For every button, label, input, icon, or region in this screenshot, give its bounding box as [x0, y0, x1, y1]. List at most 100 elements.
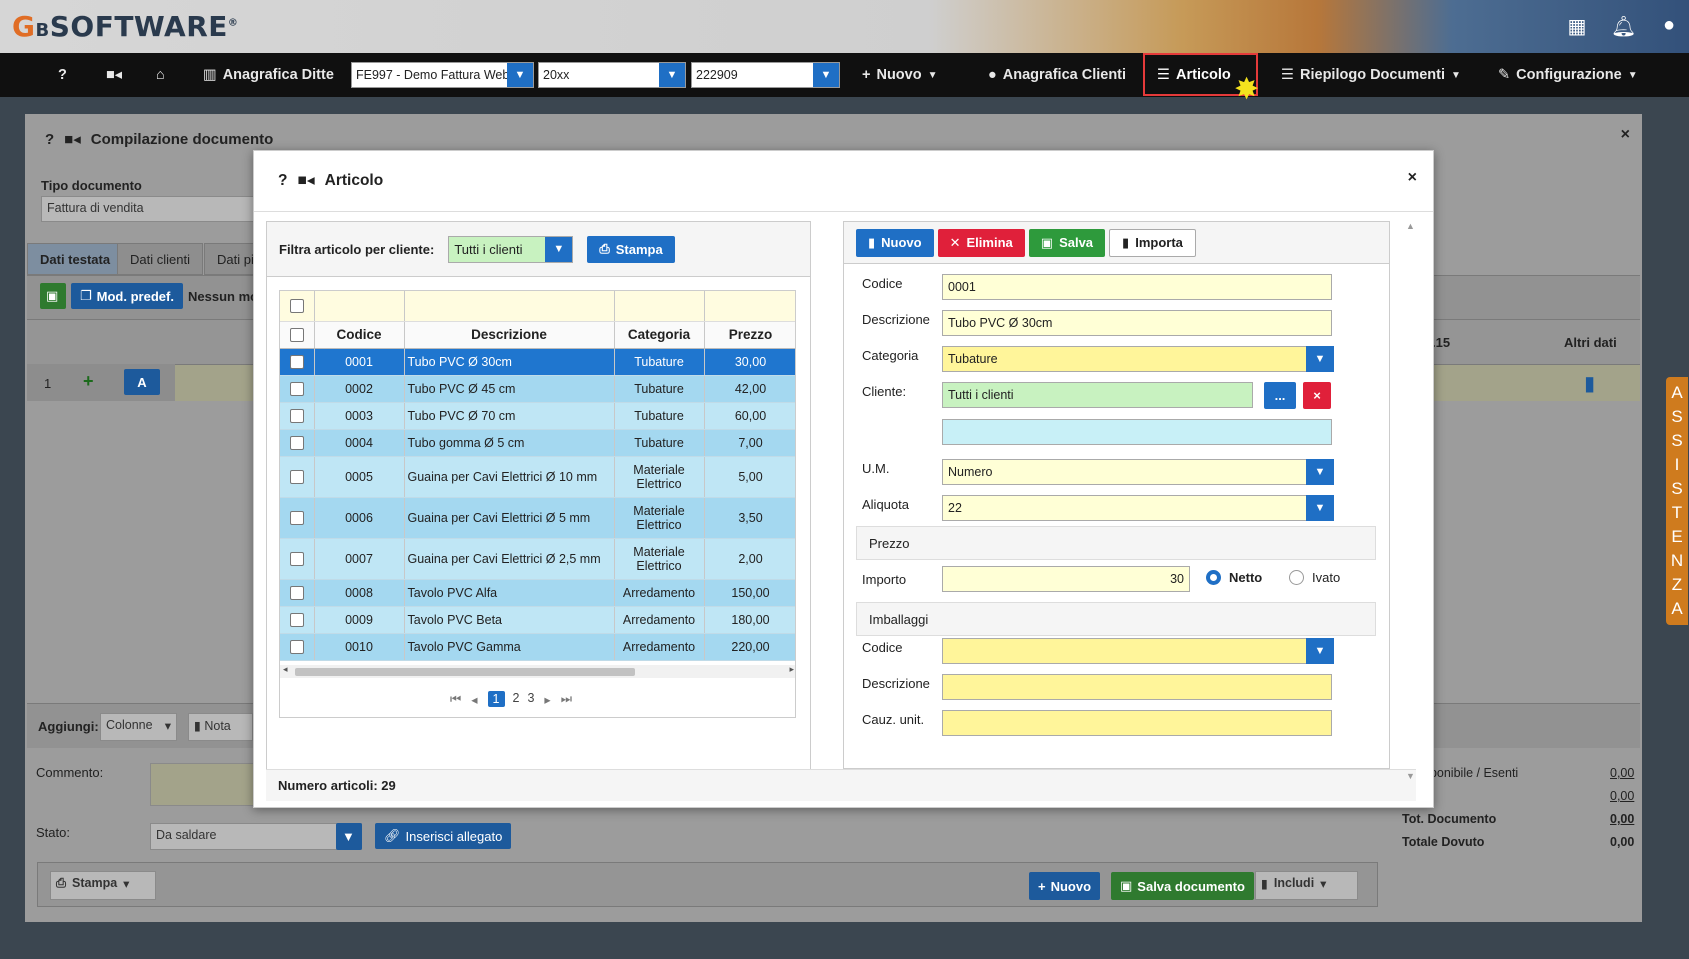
- table-row[interactable]: 0008 Tavolo PVC Alfa Arredamento 150,00: [280, 579, 795, 607]
- assistenza-tab[interactable]: ASSISTENZA: [1666, 377, 1688, 625]
- cliente-input[interactable]: Tutti i clienti: [942, 382, 1253, 408]
- filter-client-select[interactable]: Tutti i clienti ▼: [448, 235, 574, 263]
- column-header-prezzo[interactable]: Prezzo: [704, 321, 795, 349]
- close-icon[interactable]: ×: [1621, 126, 1630, 144]
- imballaggi-descrizione-input[interactable]: [942, 674, 1332, 700]
- year-select[interactable]: 20xx ▼: [538, 62, 686, 88]
- ivato-radio[interactable]: Ivato: [1289, 570, 1340, 585]
- row-checkbox[interactable]: [280, 633, 315, 661]
- tab-dati-clienti[interactable]: Dati clienti: [117, 243, 203, 275]
- page-3-button[interactable]: 3: [527, 691, 534, 707]
- help-icon[interactable]: ?: [45, 131, 54, 148]
- table-row[interactable]: 0009 Tavolo PVC Beta Arredamento 180,00: [280, 606, 795, 634]
- row-checkbox[interactable]: [280, 429, 315, 457]
- chevron-down-icon[interactable]: ▼: [507, 63, 533, 87]
- cliente-notes-textarea[interactable]: [942, 419, 1332, 445]
- chevron-down-icon[interactable]: ▼: [813, 63, 839, 87]
- codice-filter[interactable]: [314, 291, 405, 322]
- user-icon[interactable]: ●: [1657, 14, 1681, 39]
- stampa-button[interactable]: ⎙ Stampa: [587, 235, 675, 263]
- nav-configurazione[interactable]: ✎ Configurazione ▼: [1498, 53, 1638, 97]
- video-icon[interactable]: ■◂: [297, 171, 314, 190]
- nuovo-document-button[interactable]: + Nuovo: [1029, 872, 1101, 900]
- um-select[interactable]: Numero ▼: [942, 459, 1334, 485]
- table-row[interactable]: 0003 Tubo PVC Ø 70 cm Tubature 60,00: [280, 402, 795, 430]
- apps-icon[interactable]: ▦: [1565, 14, 1589, 39]
- colonne-dropdown[interactable]: Colonne ▾: [100, 713, 177, 741]
- nota-button[interactable]: ▮ Nota: [188, 713, 253, 741]
- categoria-filter[interactable]: [614, 291, 705, 322]
- chevron-down-icon[interactable]: ▼: [1306, 638, 1334, 664]
- row-checkbox[interactable]: [280, 375, 315, 403]
- codice-input[interactable]: 0001: [942, 274, 1332, 300]
- commento-textarea[interactable]: [150, 763, 255, 806]
- importo-input[interactable]: 30: [942, 566, 1190, 592]
- row-checkbox[interactable]: [280, 606, 315, 634]
- column-header-codice[interactable]: Codice: [314, 321, 405, 349]
- brand-logo[interactable]: GBSOFTWARE®: [12, 10, 238, 43]
- row-a-button[interactable]: A: [124, 369, 160, 395]
- save-icon[interactable]: ▣: [40, 283, 66, 309]
- importa-button[interactable]: ▮ Importa: [1109, 228, 1196, 257]
- document-icon[interactable]: ▮: [1584, 371, 1595, 396]
- nav-riepilogo-documenti[interactable]: ☰ Riepilogo Documenti ▼: [1281, 53, 1461, 97]
- nuovo-button[interactable]: ▮ Nuovo: [856, 228, 934, 257]
- inserisci-allegato-button[interactable]: 🔗︎ Inserisci allegato: [375, 823, 512, 849]
- nav-anagrafica-ditte[interactable]: ▥ Anagrafica Ditte: [203, 53, 334, 97]
- cauzione-unitaria-input[interactable]: [942, 710, 1332, 736]
- imballaggi-codice-select[interactable]: ▼: [942, 638, 1334, 664]
- select-all-filter[interactable]: [280, 291, 315, 322]
- add-row-button[interactable]: +: [83, 371, 94, 392]
- last-page-icon[interactable]: ⏭: [561, 692, 572, 707]
- help-icon[interactable]: ?: [278, 172, 287, 190]
- video-icon[interactable]: ■◂: [106, 53, 122, 97]
- chevron-down-icon[interactable]: ▼: [659, 63, 685, 87]
- nav-anagrafica-clienti[interactable]: ● Anagrafica Clienti: [988, 53, 1126, 97]
- video-icon[interactable]: ■◂: [64, 130, 81, 148]
- prezzo-filter[interactable]: [704, 291, 795, 322]
- row-checkbox[interactable]: [280, 497, 315, 539]
- row-checkbox[interactable]: [280, 348, 315, 376]
- includi-dropdown[interactable]: ▮ Includi ▾: [1255, 871, 1358, 900]
- page-2-button[interactable]: 2: [513, 691, 520, 707]
- chevron-down-icon[interactable]: ▼: [1306, 495, 1334, 521]
- prev-page-icon[interactable]: ◂: [471, 692, 477, 707]
- categoria-select[interactable]: Tubature ▼: [942, 346, 1334, 372]
- descrizione-filter[interactable]: [404, 291, 615, 322]
- row-checkbox[interactable]: [280, 456, 315, 498]
- descrizione-input[interactable]: Tubo PVC Ø 30cm: [942, 310, 1332, 336]
- table-row[interactable]: 0007 Guaina per Cavi Elettrici Ø 2,5 mm Ma…: [280, 538, 795, 580]
- column-header-descrizione[interactable]: Descrizione: [404, 321, 615, 349]
- chevron-down-icon[interactable]: ▼: [336, 823, 362, 850]
- table-row[interactable]: 0001 Tubo PVC Ø 30cm Tubature 30,00: [280, 348, 795, 376]
- code-select[interactable]: 222909 ▼: [691, 62, 840, 88]
- help-button[interactable]: ?: [58, 53, 67, 97]
- table-row[interactable]: 0004 Tubo gomma Ø 5 cm Tubature 7,00: [280, 429, 795, 457]
- column-header-categoria[interactable]: Categoria: [614, 321, 705, 349]
- stampa-dropdown[interactable]: ⎙ Stampa ▾: [50, 871, 156, 900]
- company-select[interactable]: FE997 - Demo Fattura Web ▼: [351, 62, 534, 88]
- salva-button[interactable]: ▣ Salva: [1028, 228, 1106, 257]
- bell-icon[interactable]: 🔔︎: [1611, 14, 1636, 39]
- chevron-down-icon[interactable]: ▼: [1306, 346, 1334, 372]
- select-all-checkbox[interactable]: [280, 321, 315, 349]
- horizontal-scrollbar[interactable]: ◂ ▸: [280, 664, 795, 678]
- aliquota-select[interactable]: 22 ▼: [942, 495, 1334, 521]
- table-row[interactable]: 0002 Tubo PVC Ø 45 cm Tubature 42,00: [280, 375, 795, 403]
- next-page-icon[interactable]: ▸: [544, 692, 550, 707]
- chevron-down-icon[interactable]: ▼: [1306, 459, 1334, 485]
- row-checkbox[interactable]: [280, 538, 315, 580]
- chevron-down-icon[interactable]: ▼: [545, 236, 573, 262]
- table-row[interactable]: 0006 Guaina per Cavi Elettrici Ø 5 mm Mate…: [280, 497, 795, 539]
- nav-nuovo[interactable]: + Nuovo ▼: [862, 53, 937, 97]
- first-page-icon[interactable]: ⏮: [450, 692, 461, 707]
- close-icon[interactable]: ×: [1408, 169, 1417, 187]
- page-1-button[interactable]: 1: [487, 691, 505, 707]
- salva-documento-button[interactable]: ▣ Salva documento: [1111, 872, 1254, 900]
- elimina-button[interactable]: ✕ Elimina: [937, 228, 1025, 257]
- table-row[interactable]: 0005 Guaina per Cavi Elettrici Ø 10 mm Mat…: [280, 456, 795, 498]
- cliente-clear-button[interactable]: ×: [1303, 382, 1331, 409]
- home-icon[interactable]: ⌂: [156, 53, 165, 97]
- vertical-scrollbar[interactable]: ▲ ▼: [1404, 221, 1418, 781]
- table-row[interactable]: 0010 Tavolo PVC Gamma Arredamento 220,00: [280, 633, 795, 661]
